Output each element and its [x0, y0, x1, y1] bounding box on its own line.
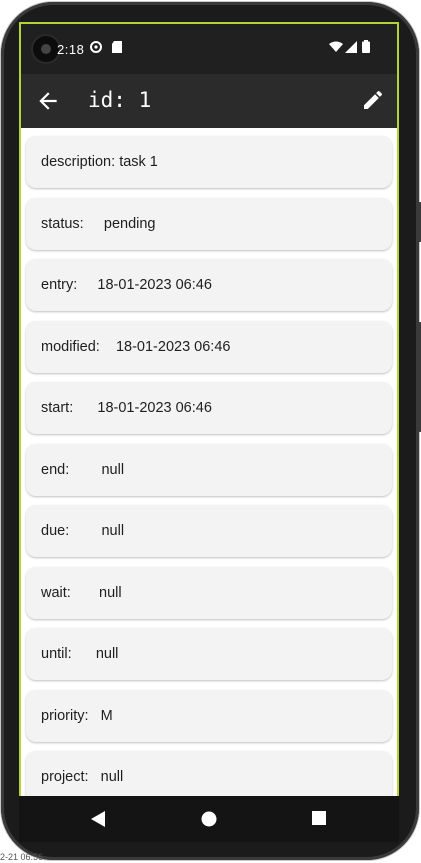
field-value: null — [95, 646, 119, 662]
field-label: priority: — [41, 708, 89, 724]
edit-pencil-icon[interactable] — [361, 88, 385, 112]
field-value: M — [100, 708, 113, 724]
field-label: project: — [41, 769, 89, 785]
page-title: id: 1 — [88, 88, 152, 112]
task-detail-list[interactable]: description: task 1 status: pending entr… — [21, 128, 397, 796]
field-project[interactable]: project: null — [26, 751, 392, 796]
field-value: 18-01-2023 06:46 — [97, 277, 212, 293]
field-modified[interactable]: modified: 18-01-2023 06:46 — [26, 321, 392, 373]
field-label: status: — [41, 216, 84, 232]
sd-card-icon — [111, 40, 123, 59]
field-value: 18-01-2023 06:46 — [115, 339, 231, 355]
field-priority[interactable]: priority: M — [26, 690, 392, 742]
battery-icon — [362, 40, 370, 58]
field-label: wait: — [41, 585, 71, 601]
field-value: null — [101, 523, 125, 539]
field-label: description: — [41, 154, 116, 170]
field-label: due: — [41, 523, 70, 539]
status-bar: 2:18 — [21, 24, 397, 74]
field-value: pending — [103, 216, 156, 232]
field-value: null — [99, 585, 122, 601]
field-label: until: — [41, 646, 72, 662]
wifi-icon — [329, 40, 343, 58]
footer-text: 2-21 06:56 — [0, 852, 44, 862]
camera-hole — [33, 36, 59, 62]
field-due[interactable]: due: null — [26, 505, 392, 557]
field-end[interactable]: end: null — [26, 444, 392, 496]
nav-recents-icon[interactable] — [310, 809, 330, 829]
field-entry[interactable]: entry: 18-01-2023 06:46 — [26, 259, 392, 311]
back-arrow-icon[interactable] — [35, 88, 61, 114]
field-value: task 1 — [119, 154, 158, 170]
notification-icon — [89, 40, 103, 59]
field-value: 18-01-2023 06:46 — [97, 400, 212, 416]
app-bar: id: 1 — [21, 74, 397, 128]
navigation-bar — [19, 796, 399, 842]
field-label: end: — [41, 462, 70, 478]
field-label: start: — [41, 400, 74, 416]
nav-home-icon[interactable] — [199, 809, 219, 829]
field-description[interactable]: description: task 1 — [26, 136, 392, 188]
field-label: entry: — [41, 277, 78, 293]
nav-back-icon[interactable] — [89, 809, 109, 829]
field-value: null — [101, 462, 125, 478]
field-start[interactable]: start: 18-01-2023 06:46 — [26, 382, 392, 434]
signal-icon — [345, 40, 357, 58]
app-screen: 2:18 id: 1 description: task 1 status: p… — [19, 22, 399, 796]
status-time: 2:18 — [57, 42, 85, 57]
field-label: modified: — [41, 339, 100, 355]
field-until[interactable]: until: null — [26, 628, 392, 680]
field-status[interactable]: status: pending — [26, 198, 392, 250]
field-value: null — [100, 769, 124, 785]
field-wait[interactable]: wait: null — [26, 567, 392, 619]
